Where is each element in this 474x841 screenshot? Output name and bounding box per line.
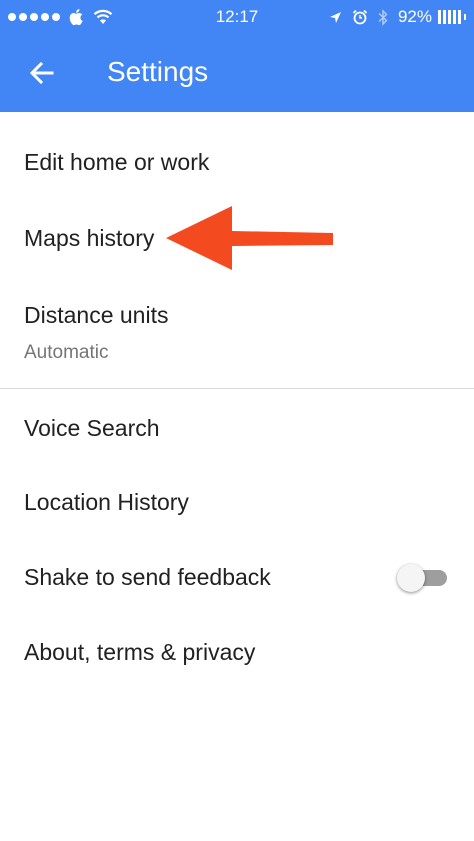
app-bar: Settings [0,34,474,112]
location-arrow-icon [329,11,342,24]
battery-percent: 92% [397,7,432,26]
divider [0,388,474,389]
status-bar: 12:17 92% [0,0,474,34]
annotation-arrow-icon [166,206,333,270]
item-label: Maps history [24,225,155,251]
alarm-icon [352,9,368,25]
item-sublabel: Automatic [24,342,109,363]
back-button[interactable] [22,53,62,93]
list-item-distance-units[interactable]: Distance units Automatic [0,276,474,388]
list-item-location-history[interactable]: Location History [0,464,474,540]
list-item-about[interactable]: About, terms & privacy [0,614,474,688]
arrow-left-icon [30,62,54,84]
item-label: Voice Search [24,415,160,441]
item-label: Shake to send feedback [24,564,271,590]
item-label: Distance units [24,302,169,328]
list-item-voice-search[interactable]: Voice Search [0,390,474,464]
page-title: Settings [107,56,209,87]
item-label: Location History [24,489,189,515]
item-label: Edit home or work [24,149,210,175]
bluetooth-icon [378,8,388,26]
shake-feedback-toggle[interactable] [397,564,451,592]
status-right: 92% [329,0,466,34]
list-item-edit-home-work[interactable]: Edit home or work [0,124,474,200]
item-label: About, terms & privacy [24,639,256,665]
battery-icon [438,10,466,24]
toggle-thumb [397,564,425,592]
